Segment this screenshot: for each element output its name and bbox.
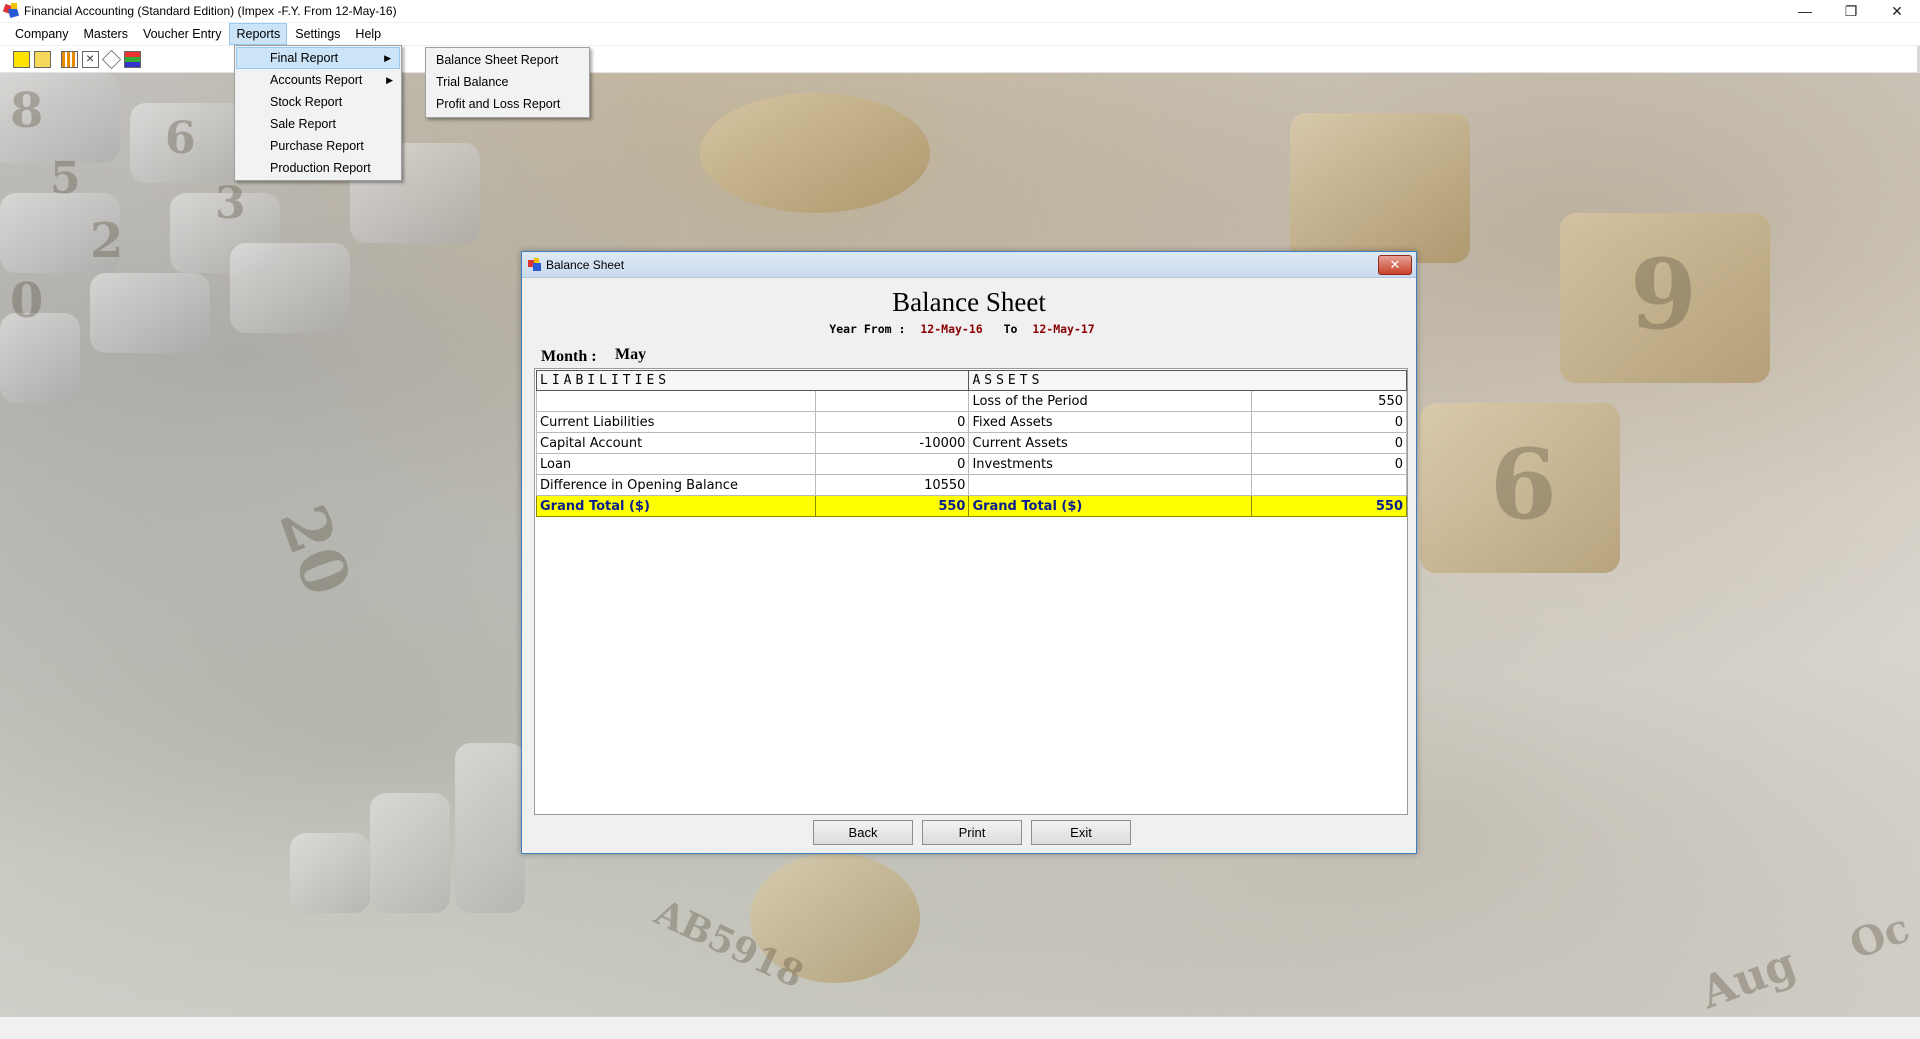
menu-reports[interactable]: Reports [229,23,288,45]
reports-dropdown: Final Report ▶ Accounts Report ▶ Stock R… [234,45,402,181]
status-strip [0,1016,1920,1039]
month-value: May [615,346,647,363]
asset-amount: 550 [1251,390,1407,412]
exit-button[interactable]: Exit [1031,820,1131,845]
liability-amount: -10000 [815,432,970,454]
dialog-button-row: Back Print Exit [522,820,1416,846]
menu-item-trial-balance[interactable]: Trial Balance [426,71,589,93]
liability-name: Capital Account [535,432,817,454]
color-icon[interactable] [124,50,141,68]
menu-company[interactable]: Company [8,23,76,45]
asset-amount: 0 [1251,411,1407,433]
year-from-value: 12-May-16 [920,322,983,336]
year-range: Year From : 12-May-16 To 12-May-17 [522,322,1416,336]
asset-total-label: Grand Total ($) [968,495,1253,517]
title-bar: Financial Accounting (Standard Edition) … [0,0,1920,22]
asset-name: Loss of the Period [968,390,1253,412]
report-icon[interactable] [61,50,78,68]
menu-bar: Company Masters Voucher Entry Reports Se… [0,23,1920,45]
menu-settings[interactable]: Settings [288,23,347,45]
asset-name: Fixed Assets [968,411,1253,433]
minimize-button[interactable]: — [1782,0,1828,22]
settings-icon[interactable] [101,49,122,69]
dialog-title-bar[interactable]: Balance Sheet ✕ [522,252,1416,278]
menu-voucher-entry[interactable]: Voucher Entry [136,23,229,45]
liability-name: Loan [535,453,817,475]
table-row[interactable]: Current Liabilities 0 Fixed Assets 0 [535,411,1407,433]
dialog-close-button[interactable]: ✕ [1378,255,1412,275]
liability-amount: 10550 [815,474,970,496]
close-window-button[interactable]: ✕ [1874,0,1920,22]
menu-item-sale-report[interactable]: Sale Report [235,113,401,135]
dialog-title: Balance Sheet [546,257,625,272]
liability-amount: 0 [815,411,970,433]
app-logo-icon [2,3,20,19]
liability-name: Current Liabilities [535,411,817,433]
calculator-icon[interactable] [82,50,99,68]
grand-total-row[interactable]: Grand Total ($) 550 Grand Total ($) 550 [535,495,1407,517]
asset-name: Investments [968,453,1253,475]
year-from-label: Year From : [829,322,906,336]
restore-button[interactable]: ❐ [1828,0,1874,22]
year-to-value: 12-May-17 [1032,322,1095,336]
print-button[interactable]: Print [922,820,1022,845]
liability-total-label: Grand Total ($) [535,495,817,517]
table-row[interactable]: Loan 0 Investments 0 [535,453,1407,475]
app-title: Financial Accounting (Standard Edition) … [24,4,397,18]
liability-total-amount: 550 [815,495,970,517]
back-button[interactable]: Back [813,820,913,845]
submenu-arrow-icon: ▶ [386,75,393,85]
final-report-submenu: Balance Sheet Report Trial Balance Profi… [425,47,590,118]
balance-sheet-table: LIABILITIES ASSETS Loss of the Period 55… [535,370,1407,517]
table-row[interactable]: Capital Account -10000 Current Assets 0 [535,432,1407,454]
menu-item-production-report[interactable]: Production Report [235,157,401,179]
liability-name: Difference in Opening Balance [535,474,817,496]
table-row[interactable]: Difference in Opening Balance 10550 [535,474,1407,496]
asset-total-amount: 550 [1251,495,1407,517]
menu-help[interactable]: Help [348,23,388,45]
submenu-arrow-icon: ▶ [384,53,391,63]
year-to-label: To [1003,322,1018,336]
menu-item-accounts-report[interactable]: Accounts Report ▶ [235,69,401,91]
menu-item-profit-loss-report[interactable]: Profit and Loss Report [426,93,589,115]
asset-amount [1251,474,1407,496]
asset-name: Current Assets [968,432,1253,454]
liability-amount: 0 [815,453,970,475]
assets-header: ASSETS [968,370,1407,391]
balance-sheet-dialog: Balance Sheet ✕ Balance Sheet Year From … [521,251,1417,854]
window-controls: — ❐ ✕ [1782,0,1920,22]
liability-name [535,390,817,412]
asset-name [968,474,1253,496]
menu-item-balance-sheet-report[interactable]: Balance Sheet Report [426,49,589,71]
balance-sheet-grid[interactable]: LIABILITIES ASSETS Loss of the Period 55… [534,368,1408,815]
table-row[interactable]: Loss of the Period 550 [535,390,1407,412]
asset-amount: 0 [1251,432,1407,454]
menu-item-stock-report[interactable]: Stock Report [235,91,401,113]
new-icon[interactable] [13,50,30,68]
menu-masters[interactable]: Masters [77,23,135,45]
table-header-row: LIABILITIES ASSETS [535,370,1407,391]
report-title: Balance Sheet [892,287,1046,317]
open-icon[interactable] [34,50,51,68]
asset-amount: 0 [1251,453,1407,475]
month-label: Month : [541,348,597,365]
menu-item-purchase-report[interactable]: Purchase Report [235,135,401,157]
liabilities-header: LIABILITIES [535,370,970,391]
menu-item-final-report[interactable]: Final Report ▶ [236,47,400,69]
app-logo-icon [528,257,542,272]
liability-amount [815,390,970,412]
